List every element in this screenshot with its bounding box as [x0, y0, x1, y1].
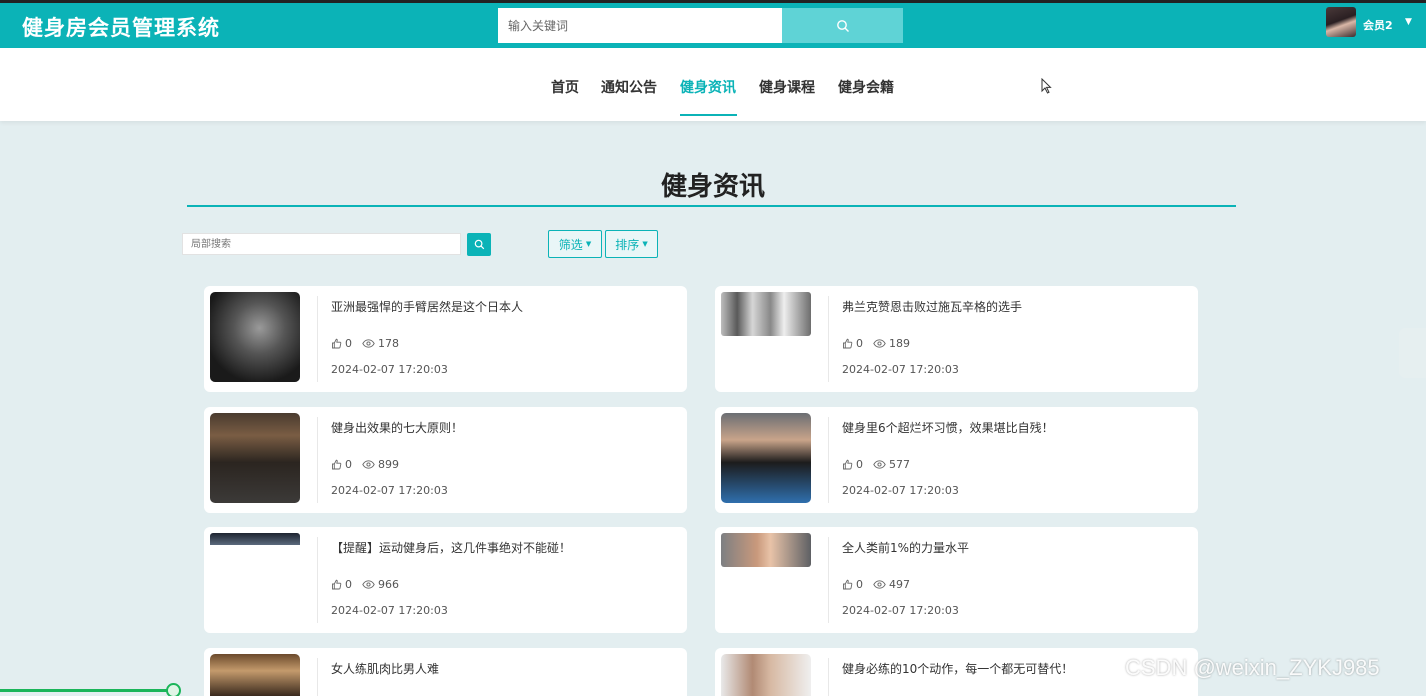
- article-date: 2024-02-07 17:20:03: [331, 604, 448, 617]
- article-thumbnail: [721, 654, 811, 696]
- article-thumbnail: [210, 292, 300, 382]
- article-title: 全人类前1%的力量水平: [842, 541, 970, 555]
- article-stats: 0 178: [331, 337, 409, 350]
- watermark: CSDN @weixin_ZYKJ985: [1125, 655, 1380, 680]
- article-likes: 0: [856, 337, 863, 350]
- card-divider: [828, 658, 829, 696]
- nav-active-indicator: [680, 114, 737, 116]
- article-card[interactable]: 健身出效果的七大原则！ 0 899 2024-02-07 17:20:03: [204, 407, 687, 513]
- chevron-down-icon: ▼: [642, 240, 648, 248]
- local-search-input[interactable]: [182, 233, 461, 255]
- card-divider: [828, 296, 829, 382]
- article-views: 497: [889, 578, 910, 591]
- article-likes: 0: [856, 578, 863, 591]
- card-divider: [828, 417, 829, 503]
- global-search-button[interactable]: [782, 8, 903, 43]
- article-views: 577: [889, 458, 910, 471]
- article-stats: 0 899: [331, 458, 409, 471]
- article-stats: 0 497: [842, 578, 920, 591]
- filter-dropdown-button[interactable]: 筛选 ▼: [548, 230, 602, 258]
- card-divider: [317, 296, 318, 382]
- article-likes: 0: [345, 337, 352, 350]
- article-title: 弗兰克赞恩击败过施瓦辛格的选手: [842, 300, 1023, 314]
- nav-item-fitness-courses[interactable]: 健身课程: [759, 77, 815, 97]
- filter-label: 筛选: [558, 237, 583, 252]
- thumbs-up-icon: [332, 579, 342, 590]
- article-thumbnail: [210, 654, 300, 696]
- nav-item-fitness-news[interactable]: 健身资讯: [680, 77, 736, 97]
- card-divider: [828, 537, 829, 623]
- global-search-input[interactable]: [498, 8, 782, 43]
- article-thumbnail: [721, 292, 811, 336]
- article-card[interactable]: 【提醒】运动健身后，这几件事绝对不能碰！ 0 966 2024-02-07 17…: [204, 527, 687, 633]
- app-title: 健身房会员管理系统: [22, 16, 220, 40]
- article-card[interactable]: 弗兰克赞恩击败过施瓦辛格的选手 0 189 2024-02-07 17:20:0…: [715, 286, 1198, 392]
- page-title: 健身资讯: [660, 172, 765, 202]
- article-thumbnail: [721, 413, 811, 503]
- nav-item-home[interactable]: 首页: [551, 77, 579, 97]
- progress-handle[interactable]: [166, 683, 181, 696]
- eye-icon: [873, 460, 886, 469]
- thumbs-up-icon: [332, 459, 342, 470]
- thumbs-up-icon: [843, 338, 853, 349]
- eye-icon: [362, 580, 375, 589]
- user-name[interactable]: 会员2: [1363, 17, 1393, 33]
- nav-item-memberships[interactable]: 健身会籍: [838, 77, 894, 97]
- article-card[interactable]: 健身里6个超烂坏习惯，效果堪比自残！ 0 577 2024-02-07 17:2…: [715, 407, 1198, 513]
- mouse-cursor-icon: [1041, 78, 1052, 94]
- article-likes: 0: [345, 578, 352, 591]
- article-date: 2024-02-07 17:20:03: [842, 363, 959, 376]
- article-stats: 0 966: [331, 578, 409, 591]
- article-likes: 0: [345, 458, 352, 471]
- user-avatar[interactable]: [1326, 7, 1356, 37]
- article-thumbnail: [210, 533, 300, 545]
- global-search: [498, 8, 903, 43]
- chevron-down-icon: ▼: [585, 240, 592, 248]
- local-search-button[interactable]: [467, 233, 491, 256]
- thumbs-up-icon: [332, 338, 342, 349]
- article-views: 178: [378, 337, 399, 350]
- main-nav: 首页 通知公告 健身资讯 健身课程 健身会籍: [0, 48, 1426, 121]
- article-views: 189: [889, 337, 910, 350]
- article-title: 健身出效果的七大原则！: [331, 421, 464, 435]
- article-date: 2024-02-07 17:20:03: [331, 363, 448, 376]
- thumbs-up-icon: [843, 459, 853, 470]
- eye-icon: [873, 339, 886, 348]
- article-views: 899: [378, 458, 399, 471]
- article-date: 2024-02-07 17:20:03: [842, 604, 959, 617]
- eye-icon: [362, 460, 375, 469]
- article-stats: 0 189: [842, 337, 920, 350]
- sort-label: 排序: [615, 237, 640, 252]
- article-title: 【提醒】运动健身后，这几件事绝对不能碰！: [331, 541, 572, 555]
- side-scroll-tab[interactable]: [1399, 328, 1426, 378]
- card-divider: [317, 658, 318, 696]
- top-bar: 健身房会员管理系统 会员2 ▼: [0, 0, 1426, 48]
- title-divider: [187, 205, 1236, 207]
- article-thumbnail: [721, 533, 811, 567]
- search-icon: [836, 19, 849, 32]
- article-card[interactable]: 亚洲最强悍的手臂居然是这个日本人 0 178 2024-02-07 17:20:…: [204, 286, 687, 392]
- article-likes: 0: [856, 458, 863, 471]
- article-date: 2024-02-07 17:20:03: [331, 484, 448, 497]
- eye-icon: [873, 580, 886, 589]
- user-menu-chevron-down-icon[interactable]: ▼: [1405, 17, 1412, 27]
- card-divider: [317, 537, 318, 623]
- search-icon: [474, 239, 484, 250]
- article-card[interactable]: 全人类前1%的力量水平 0 497 2024-02-07 17:20:03: [715, 527, 1198, 633]
- thumbs-up-icon: [843, 579, 853, 590]
- article-title: 女人练肌肉比男人难: [331, 662, 440, 676]
- article-title: 健身里6个超烂坏习惯，效果堪比自残！: [842, 421, 1054, 435]
- nav-item-notices[interactable]: 通知公告: [601, 77, 657, 97]
- sort-dropdown-button[interactable]: 排序 ▼: [605, 230, 658, 258]
- article-stats: 0 577: [842, 458, 920, 471]
- article-views: 966: [378, 578, 399, 591]
- article-thumbnail: [210, 413, 300, 503]
- eye-icon: [362, 339, 375, 348]
- article-date: 2024-02-07 17:20:03: [842, 484, 959, 497]
- card-divider: [317, 417, 318, 503]
- video-progress-bar[interactable]: [0, 689, 174, 692]
- article-title: 亚洲最强悍的手臂居然是这个日本人: [331, 300, 524, 314]
- article-title: 健身必练的10个动作，每一个都无可替代！: [842, 662, 1074, 676]
- article-card[interactable]: 女人练肌肉比男人难: [204, 648, 687, 696]
